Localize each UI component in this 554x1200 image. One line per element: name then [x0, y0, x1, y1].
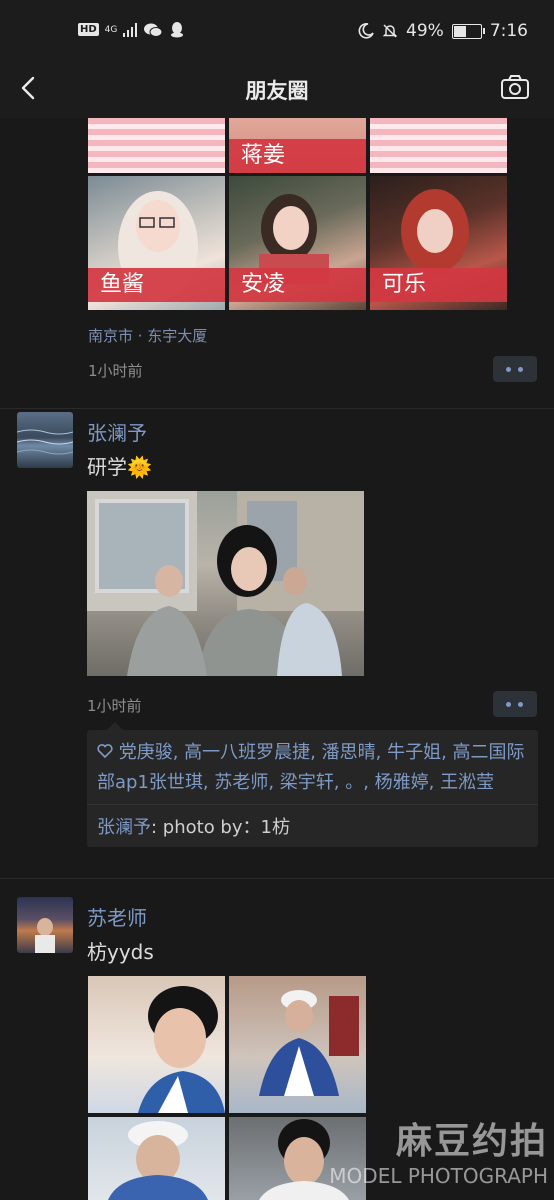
- status-left: HD 4G: [78, 21, 185, 38]
- mute-bell-icon: [382, 24, 398, 38]
- more-options-button[interactable]: [493, 356, 537, 382]
- watermark-logo: 麻豆约拍: [395, 1121, 548, 1162]
- photo-label: 安凌: [229, 268, 366, 302]
- post-author[interactable]: 苏老师: [87, 902, 147, 931]
- avatar[interactable]: [17, 897, 73, 953]
- photo-label: 可乐: [370, 268, 507, 302]
- clock: 7:16: [489, 21, 528, 41]
- post-time: 1小时前: [87, 697, 142, 715]
- post-divider: [0, 408, 554, 409]
- heart-icon: [97, 738, 113, 768]
- photo-illustration: [108, 1121, 208, 1200]
- status-right: 49% 7:16: [358, 21, 528, 41]
- photo-illustration: [259, 990, 359, 1096]
- network-type: 4G: [104, 24, 118, 35]
- photo-illustration: [138, 986, 225, 1113]
- post-text: 研学🌞: [87, 451, 152, 480]
- post-photo[interactable]: [88, 118, 225, 173]
- camera-icon[interactable]: [500, 74, 530, 100]
- comment-text: : photo by：1枋: [151, 817, 290, 838]
- hd-badge: HD: [78, 23, 99, 36]
- moon-icon: [358, 23, 374, 39]
- post-divider: [0, 878, 554, 879]
- post-photo[interactable]: 蒋姜: [229, 118, 366, 173]
- post-photo[interactable]: [370, 118, 507, 173]
- wechat-icon: [144, 23, 163, 37]
- comment[interactable]: 张澜予: photo by：1枋: [87, 804, 538, 847]
- battery-percent: 49%: [406, 21, 444, 41]
- nav-bar: 朋友圈: [0, 60, 554, 118]
- status-bar: HD 4G 49% 7:16: [0, 0, 554, 60]
- likes-names[interactable]: 党庚骏, 高一八班罗晨捷, 潘思晴, 牛子姐, 高二国际部ap1张世琪, 苏老师…: [97, 742, 525, 793]
- avatar[interactable]: [17, 412, 73, 468]
- sun-emoji-icon: 🌞: [127, 455, 152, 479]
- post-photo[interactable]: [88, 1117, 225, 1200]
- likes-list: 党庚骏, 高一八班罗晨捷, 潘思晴, 牛子姐, 高二国际部ap1张世琪, 苏老师…: [87, 730, 538, 804]
- signal-icon: [123, 22, 138, 37]
- watermark-subtitle: MODEL PHOTOGRAPH: [329, 1164, 548, 1188]
- post-photo[interactable]: 安凌: [229, 176, 366, 310]
- post-photo[interactable]: [88, 976, 225, 1113]
- photo-illustration: [87, 491, 364, 676]
- post-photo[interactable]: [87, 491, 364, 676]
- qq-icon: [171, 22, 184, 38]
- post-text-body: 研学: [87, 455, 127, 479]
- post-photo[interactable]: 鱼酱: [88, 176, 225, 310]
- post-text: 枋yyds: [87, 940, 154, 964]
- post-photo[interactable]: 可乐: [370, 176, 507, 310]
- likes-comments-panel: 党庚骏, 高一八班罗晨捷, 潘思晴, 牛子姐, 高二国际部ap1张世琪, 苏老师…: [87, 722, 538, 847]
- post-photo[interactable]: [229, 976, 366, 1113]
- more-options-button[interactable]: [493, 691, 537, 717]
- comment-author[interactable]: 张澜予: [97, 817, 151, 838]
- post-author[interactable]: 张澜予: [87, 417, 147, 446]
- post-time: 1小时前: [88, 362, 143, 380]
- post-location[interactable]: 南京市 · 东宇大厦: [88, 325, 207, 346]
- page-title: 朋友圈: [245, 79, 309, 103]
- battery-icon: [451, 23, 485, 39]
- photo-label: 鱼酱: [88, 268, 225, 302]
- watermark: 麻豆约拍 MODEL PHOTOGRAPH: [329, 1112, 548, 1188]
- photo-label: 蒋姜: [229, 139, 366, 173]
